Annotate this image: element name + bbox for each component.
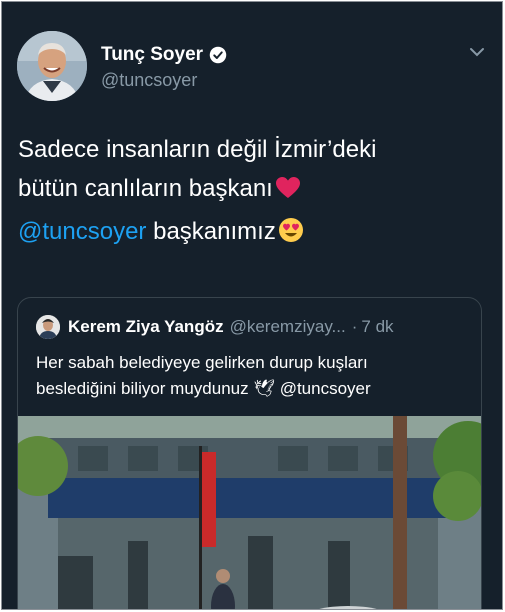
author-avatar[interactable] [17, 31, 87, 101]
tweet-line-2: bütün canlıların başkanı [18, 175, 273, 202]
heart-emoji-icon [275, 173, 301, 212]
author-handle[interactable]: @tuncsoyer [101, 70, 197, 91]
quoted-tweet[interactable]: Kerem Ziya Yangöz @keremziyay... · 7 dk … [17, 297, 482, 609]
quoted-line-1: Her sabah belediyeye gelirken durup kuşl… [36, 353, 368, 372]
quoted-author-name[interactable]: Kerem Ziya Yangöz [68, 317, 224, 337]
quoted-header: Kerem Ziya Yangöz @keremziyay... · 7 dk [36, 315, 394, 339]
quoted-author-handle[interactable]: @keremziyay... [230, 317, 346, 337]
quoted-line-2: beslediğini biliyor muydunuz [36, 379, 249, 398]
tweet-line-3: başkanımız [153, 218, 276, 245]
tweet-card: Tunç Soyer @tuncsoyer Sadece insanların … [1, 1, 503, 610]
author-name[interactable]: Tunç Soyer [101, 44, 203, 66]
quoted-mention-link[interactable]: @tuncsoyer [280, 379, 371, 398]
heart-eyes-emoji-icon [278, 216, 304, 255]
quoted-timestamp[interactable]: 7 dk [361, 317, 393, 337]
tweet-text: Sadece insanların değil İzmir’deki bütün… [18, 130, 488, 255]
verified-badge-icon [209, 46, 227, 64]
chevron-down-icon[interactable] [468, 45, 486, 59]
quoted-media-image[interactable] [18, 416, 481, 609]
quoted-text: Her sabah belediyeye gelirken durup kuşl… [36, 350, 466, 402]
tweet-line-1: Sadece insanların değil İzmir’deki [18, 136, 377, 163]
quoted-author-avatar[interactable] [36, 315, 60, 339]
dove-emoji-icon: 🕊 [253, 379, 275, 398]
quoted-separator: · [351, 317, 358, 336]
tweet-mention-link[interactable]: @tuncsoyer [18, 218, 146, 245]
author-name-row[interactable]: Tunç Soyer [101, 44, 227, 66]
